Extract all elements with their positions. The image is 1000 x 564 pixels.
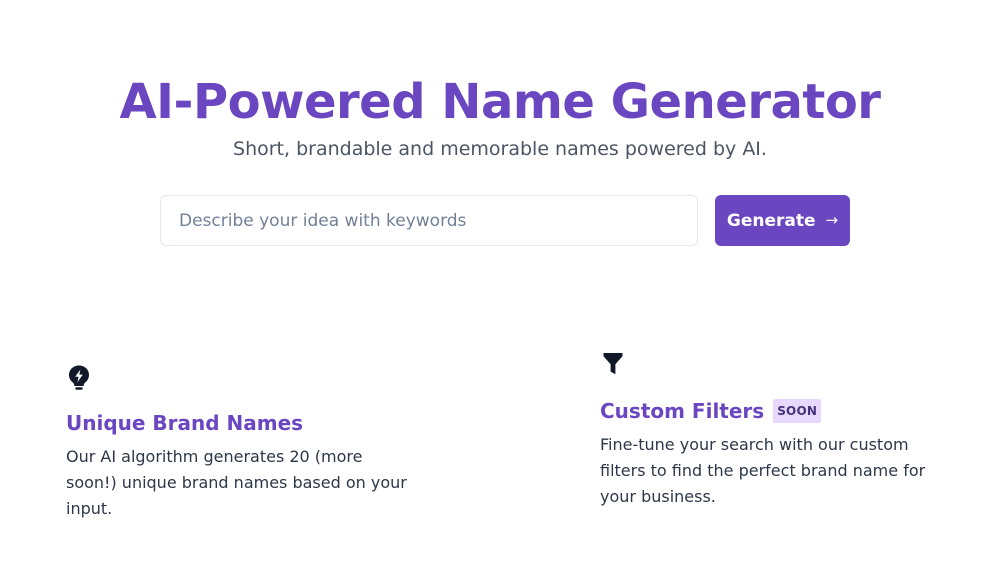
feature-description: Fine-tune your search with our custom fi… <box>600 435 926 506</box>
feature-custom-filters: Custom Filters SOON Fine-tune your searc… <box>600 350 960 510</box>
feature-title: Custom Filters <box>600 399 765 423</box>
page: AI-Powered Name Generator Short, brandab… <box>0 0 1000 564</box>
generate-button[interactable]: Generate → <box>715 195 850 246</box>
page-title: AI-Powered Name Generator <box>119 74 881 130</box>
generate-button-label: Generate <box>726 210 816 231</box>
feature-title: Unique Brand Names <box>66 411 304 435</box>
feature-unique-brand-names: Unique Brand Names Our AI algorithm gene… <box>66 364 446 522</box>
feature-title-row: Custom Filters SOON <box>600 398 960 424</box>
keywords-input[interactable] <box>160 195 698 246</box>
feature-description: Our AI algorithm generates 20 (more soon… <box>66 447 407 518</box>
soon-badge: SOON <box>773 399 822 423</box>
filter-icon <box>603 353 623 375</box>
page-subtitle: Short, brandable and memorable names pow… <box>233 138 767 160</box>
search-form: Generate → <box>160 195 850 246</box>
arrow-right-icon: → <box>825 211 839 229</box>
lightbulb-icon <box>69 365 89 390</box>
feature-title-row: Unique Brand Names <box>66 410 446 436</box>
